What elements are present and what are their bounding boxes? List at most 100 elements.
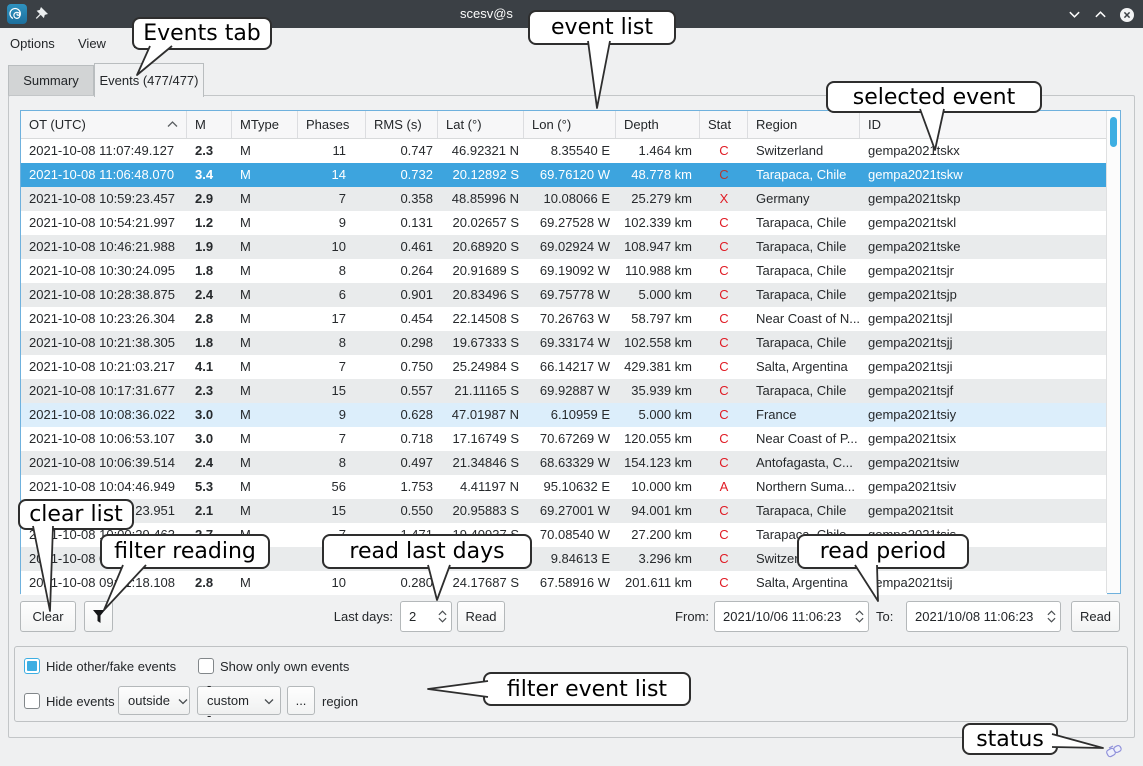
last-days-spinbox[interactable]: 2 xyxy=(400,601,452,632)
menu-options[interactable]: Options xyxy=(6,28,59,60)
cell: gempa2021tskw xyxy=(860,163,1107,187)
spinner-arrows-icon[interactable] xyxy=(1047,610,1056,623)
cell: 2021-10-08 11:06:48.070 xyxy=(21,163,187,187)
event-row-gempa2021tsiy[interactable]: 2021-10-08 10:08:36.0223.0M90.62847.0198… xyxy=(21,403,1107,427)
column-header-lon[interactable]: Lon (°) xyxy=(524,111,616,138)
event-row-gempa2021tsiv[interactable]: 2021-10-08 10:04:46.9495.3M561.7534.4119… xyxy=(21,475,1107,499)
event-row-gempa2021tsjj[interactable]: 2021-10-08 10:21:38.3051.8M80.29819.6733… xyxy=(21,331,1107,355)
event-row-gempa2021tsjl[interactable]: 2021-10-08 10:23:26.3042.8M170.45422.145… xyxy=(21,307,1107,331)
event-row-gempa2021tsiw[interactable]: 2021-10-08 10:06:39.5142.4M80.49721.3484… xyxy=(21,451,1107,475)
tab-summary[interactable]: Summary xyxy=(8,65,94,96)
column-header-rms-s[interactable]: RMS (s) xyxy=(366,111,438,138)
vertical-scrollbar[interactable] xyxy=(1106,111,1120,593)
column-header-region[interactable]: Region xyxy=(748,111,860,138)
cell: C xyxy=(700,523,748,547)
filter-reading-button[interactable] xyxy=(84,601,113,632)
cell: C xyxy=(700,211,748,235)
column-header-label: Lon (°) xyxy=(532,117,571,132)
event-row-gempa2021tskl[interactable]: 2021-10-08 10:54:21.9971.2M90.13120.0265… xyxy=(21,211,1107,235)
event-row-gempa2021tsji[interactable]: 2021-10-08 10:21:03.2174.1M70.75025.2498… xyxy=(21,355,1107,379)
cell: Tarapaca, Chile xyxy=(748,235,860,259)
callout-filter-reading: filter reading xyxy=(100,534,270,569)
to-datetime-field[interactable]: 2021/10/08 11:06:23 xyxy=(906,601,1061,632)
cell: 0.497 xyxy=(366,451,438,475)
cell: M xyxy=(232,403,298,427)
close-button[interactable] xyxy=(1118,6,1135,23)
cell: 0.901 xyxy=(366,283,438,307)
cell: Northern Suma... xyxy=(748,475,860,499)
read-last-days-button[interactable]: Read xyxy=(457,601,505,632)
from-datetime-field[interactable]: 2021/10/06 11:06:23 xyxy=(714,601,869,632)
event-row-gempa2021tske[interactable]: 2021-10-08 10:46:21.9881.9M100.46120.689… xyxy=(21,235,1107,259)
cell: 2.3 xyxy=(187,139,232,163)
minimize-button[interactable] xyxy=(1066,6,1083,23)
cell: 0.628 xyxy=(366,403,438,427)
maximize-button[interactable] xyxy=(1092,6,1109,23)
hide-events-checkbox[interactable] xyxy=(24,693,40,709)
cell: 0.280 xyxy=(366,571,438,595)
event-row-gempa2021tskp[interactable]: 2021-10-08 10:59:23.4572.9M70.35848.8599… xyxy=(21,187,1107,211)
cell: 69.27001 W xyxy=(524,499,616,523)
read-period-button[interactable]: Read xyxy=(1071,601,1120,632)
column-header-lat[interactable]: Lat (°) xyxy=(438,111,524,138)
menu-view[interactable]: View xyxy=(74,28,110,60)
column-header-id[interactable]: ID xyxy=(860,111,1107,138)
column-header-m[interactable]: M xyxy=(187,111,232,138)
cell: 2021-10-08 10:30:24.095 xyxy=(21,259,187,283)
cell: France xyxy=(748,403,860,427)
hide-other-fake-checkbox[interactable] xyxy=(24,658,40,674)
cell: M xyxy=(232,259,298,283)
show-own-checkbox[interactable] xyxy=(198,658,214,674)
cell: M xyxy=(232,211,298,235)
cell: Tarapaca, Chile xyxy=(748,211,860,235)
from-value: 2021/10/06 11:06:23 xyxy=(723,609,841,624)
cell: Germany xyxy=(748,187,860,211)
spinner-arrows-icon[interactable] xyxy=(855,610,864,623)
region-mode-value: outside xyxy=(128,693,170,708)
cell: 68.63329 W xyxy=(524,451,616,475)
cell: M xyxy=(232,163,298,187)
region-preset-value: - custom - xyxy=(207,678,256,723)
cell: 120.055 km xyxy=(616,427,700,451)
cell: Antofagasta, C... xyxy=(748,451,860,475)
spinner-arrows-icon[interactable] xyxy=(438,610,447,623)
region-mode-dropdown[interactable]: outside xyxy=(118,686,190,715)
tab-events[interactable]: Events (477/477) xyxy=(94,63,204,97)
cell: Tarapaca, Chile xyxy=(748,379,860,403)
event-row-gempa2021tsix[interactable]: 2021-10-08 10:06:53.1073.0M70.71817.1674… xyxy=(21,427,1107,451)
column-header-stat[interactable]: Stat xyxy=(700,111,748,138)
event-row-gempa2021tsjr[interactable]: 2021-10-08 10:30:24.0951.8M80.26420.9168… xyxy=(21,259,1107,283)
column-header-ot-utc[interactable]: OT (UTC) xyxy=(21,111,187,138)
event-row-gempa2021tskw[interactable]: 2021-10-08 11:06:48.0703.4M140.73220.128… xyxy=(21,163,1107,187)
column-header-phases[interactable]: Phases xyxy=(298,111,366,138)
clear-button[interactable]: Clear xyxy=(20,601,76,632)
cell: 95.10632 E xyxy=(524,475,616,499)
scrollbar-thumb[interactable] xyxy=(1110,117,1117,147)
event-row-gempa2021tsjp[interactable]: 2021-10-08 10:28:38.8752.4M60.90120.8349… xyxy=(21,283,1107,307)
cell: M xyxy=(232,475,298,499)
event-row-gempa2021tsij[interactable]: 2021-10-08 09:51:18.1082.8M100.28024.176… xyxy=(21,571,1107,595)
hide-events-label: Hide events xyxy=(46,694,115,710)
region-more-button[interactable]: ... xyxy=(287,686,315,715)
pin-icon[interactable] xyxy=(33,5,51,23)
event-row-gempa2021tskx[interactable]: 2021-10-08 11:07:49.1272.3M110.74746.923… xyxy=(21,139,1107,163)
cell: 2021-10-08 10:23:26.304 xyxy=(21,307,187,331)
cell: gempa2021tsit xyxy=(860,499,1107,523)
column-header-label: Region xyxy=(756,117,797,132)
column-header-mtype[interactable]: MType xyxy=(232,111,298,138)
cell: 102.339 km xyxy=(616,211,700,235)
column-header-depth[interactable]: Depth xyxy=(616,111,700,138)
cell: 2.4 xyxy=(187,451,232,475)
to-label: To: xyxy=(876,601,893,632)
event-row-gempa2021tsjf[interactable]: 2021-10-08 10:17:31.6772.3M150.55721.111… xyxy=(21,379,1107,403)
cell: 24.17687 S xyxy=(438,571,524,595)
cell: 19.67333 S xyxy=(438,331,524,355)
cell: Salta, Argentina xyxy=(748,571,860,595)
event-row-gempa2021tsit[interactable]: 2021-10-08 10:02:23.9512.1M150.55020.958… xyxy=(21,499,1107,523)
cell: M xyxy=(232,451,298,475)
callout-selected-event: selected event xyxy=(826,81,1042,113)
cell: C xyxy=(700,499,748,523)
region-preset-dropdown[interactable]: - custom - xyxy=(197,686,281,715)
cell: 2.8 xyxy=(187,571,232,595)
cell: gempa2021tsjj xyxy=(860,331,1107,355)
